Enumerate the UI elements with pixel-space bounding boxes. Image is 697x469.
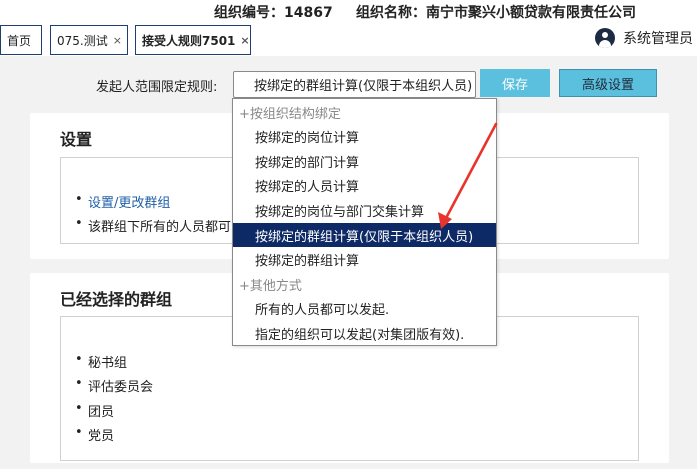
dropdown-option-specified-org[interactable]: 指定的组织可以发起(对集团版有效). [233,321,496,345]
rule-label: 发起人范围限定规则: [96,80,218,95]
user-menu[interactable]: 系统管理员 [595,28,693,48]
user-avatar-icon [595,28,615,48]
rule-dropdown-list: +按组织结构绑定 按绑定的岗位计算 按绑定的部门计算 按绑定的人员计算 按绑定的… [232,98,497,346]
tab-label: 075.测试 [57,33,108,48]
org-code: 组织编号：14867 [214,5,333,21]
tab-close-icon[interactable]: × [240,34,249,47]
change-group-link[interactable]: 设置/更改群组 [75,192,170,211]
settings-panel-title: 设置 [60,130,93,149]
tab-label: 首页 [7,33,32,48]
tab-bar: 首页 075.测试 × 接受人规则7501 × [0,24,697,56]
dropdown-group-org-structure: +按组织结构绑定 [239,106,341,122]
dropdown-option-department[interactable]: 按绑定的部门计算 [233,149,496,173]
tab-home[interactable]: 首页 [0,25,42,55]
dropdown-group-other: +其他方式 [239,278,302,294]
tab-label: 接受人规则7501 [142,33,236,48]
tab-close-icon[interactable]: × [113,34,122,47]
tab-test[interactable]: 075.测试 × [50,25,128,55]
dropdown-option-all-people[interactable]: 所有的人员都可以发起. [233,296,496,320]
dropdown-option-group-own-org[interactable]: 按绑定的群组计算(仅限于本组织人员) [233,223,496,247]
advanced-settings-button[interactable]: 高级设置 [559,69,657,97]
group-item: 秘书组 [75,352,127,371]
user-name: 系统管理员 [623,31,693,47]
org-header: 组织编号：14867 组织名称：南宁市聚兴小额贷款有限责任公司 [0,0,697,24]
dropdown-option-position-dept[interactable]: 按绑定的岗位与部门交集计算 [233,198,496,222]
save-button[interactable]: 保存 [480,69,550,97]
tab-receiver-rule[interactable]: 接受人规则7501 × [135,25,251,55]
dropdown-option-group[interactable]: 按绑定的群组计算 [233,247,496,271]
rule-select[interactable]: 按绑定的群组计算(仅限于本组织人员) [233,71,476,98]
org-name: 组织名称：南宁市聚兴小额贷款有限责任公司 [356,5,636,21]
group-item: 团员 [75,401,114,420]
dropdown-option-position[interactable]: 按绑定的岗位计算 [233,124,496,148]
groups-panel-title: 已经选择的群组 [60,290,173,309]
group-item: 党员 [75,425,114,444]
group-item: 评估委员会 [75,376,153,395]
dropdown-option-person[interactable]: 按绑定的人员计算 [233,173,496,197]
rule-select-value: 按绑定的群组计算(仅限于本组织人员) [254,79,473,94]
